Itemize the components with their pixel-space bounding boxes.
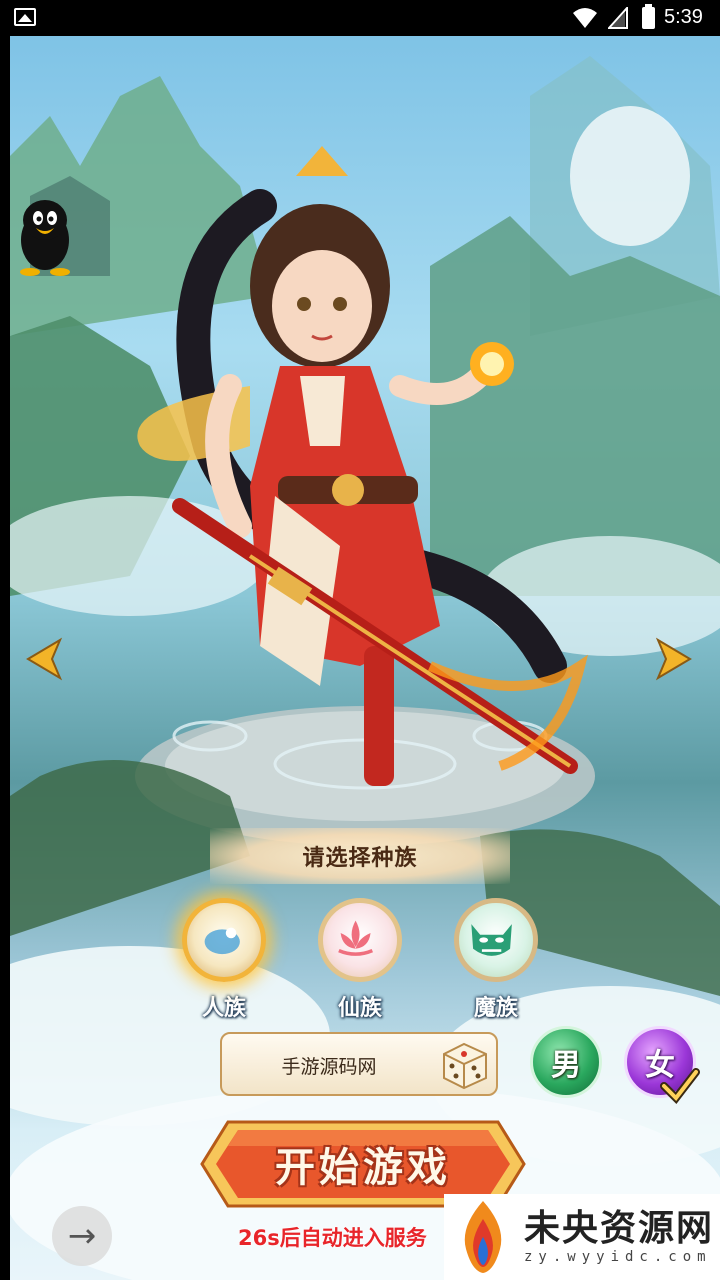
random-name-dice-icon[interactable] [436, 1036, 492, 1092]
gender-male-button[interactable]: 男 [530, 1026, 602, 1098]
clock: 5:39 [664, 6, 703, 28]
watermark-url: zy.wyyidc.com [524, 1249, 712, 1265]
qq-penguin-icon[interactable] [12, 196, 78, 276]
status-bar: 5:39 [0, 0, 720, 36]
race-prompt-title: 请选择种族 [210, 828, 510, 884]
next-character-arrow[interactable] [654, 636, 694, 682]
signal-icon [608, 7, 628, 29]
race-option-demon[interactable]: 魔族 [448, 898, 544, 1022]
flame-logo-icon [464, 1201, 502, 1273]
start-button-label: 开始游戏 [275, 1145, 451, 1191]
watermark: 未央资源网 zy.wyyidc.com [444, 1194, 720, 1280]
image-notification-icon [14, 8, 36, 26]
race-option-human[interactable]: 人族 [176, 898, 272, 1022]
arrow-right-icon[interactable]: → [52, 1206, 112, 1266]
race-label-human: 人族 [201, 996, 246, 1021]
character-creation-screen: 请选择种族 人族 仙族 魔族 手游源码网 男 女 开始游戏 26s后自动进入服务… [10, 36, 720, 1280]
demon-mask-icon [454, 898, 538, 982]
race-label-immortal: 仙族 [337, 996, 382, 1021]
watermark-title: 未央资源网 [524, 1208, 715, 1249]
selected-check-icon [660, 1068, 700, 1105]
wifi-icon [573, 8, 597, 28]
battery-icon [642, 4, 655, 29]
previous-character-arrow[interactable] [24, 636, 64, 682]
character-name-input[interactable] [232, 1034, 426, 1096]
race-label-demon: 魔族 [473, 996, 518, 1021]
character-name-box [220, 1032, 498, 1096]
hero-character [137, 146, 588, 786]
race-option-immortal[interactable]: 仙族 [312, 898, 408, 1022]
human-race-icon [182, 898, 266, 982]
lotus-icon [318, 898, 402, 982]
auto-enter-countdown: 26s后自动进入服务 [238, 1226, 427, 1250]
